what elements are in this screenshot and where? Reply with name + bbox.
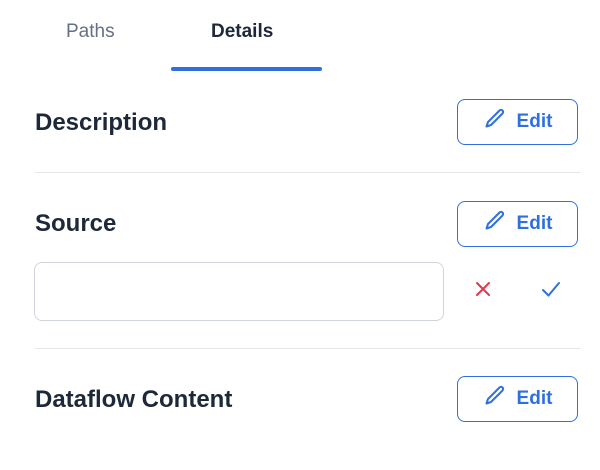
check-icon — [540, 280, 562, 303]
section-divider — [35, 172, 580, 173]
dataflow-content-edit-label: Edit — [516, 388, 553, 409]
source-input[interactable] — [34, 262, 444, 321]
section-divider — [35, 348, 580, 349]
description-title: Description — [35, 109, 168, 136]
source-title: Source — [35, 210, 117, 237]
active-tab-indicator — [171, 67, 322, 71]
description-edit-label: Edit — [516, 111, 553, 132]
close-icon — [474, 280, 492, 303]
confirm-icon-button[interactable] — [538, 278, 564, 304]
description-edit-button[interactable]: Edit — [457, 99, 578, 145]
tab-details[interactable]: Details — [211, 19, 273, 45]
source-edit-label: Edit — [516, 213, 553, 234]
tab-bar: Paths Details — [0, 0, 600, 72]
pencil-icon — [483, 107, 507, 137]
pencil-icon — [483, 209, 507, 239]
tab-paths[interactable]: Paths — [66, 19, 115, 45]
cancel-icon-button[interactable] — [470, 278, 496, 304]
dataflow-content-title: Dataflow Content — [35, 386, 233, 413]
source-edit-button[interactable]: Edit — [457, 201, 578, 247]
pencil-icon — [483, 384, 507, 414]
dataflow-content-edit-button[interactable]: Edit — [457, 376, 578, 422]
